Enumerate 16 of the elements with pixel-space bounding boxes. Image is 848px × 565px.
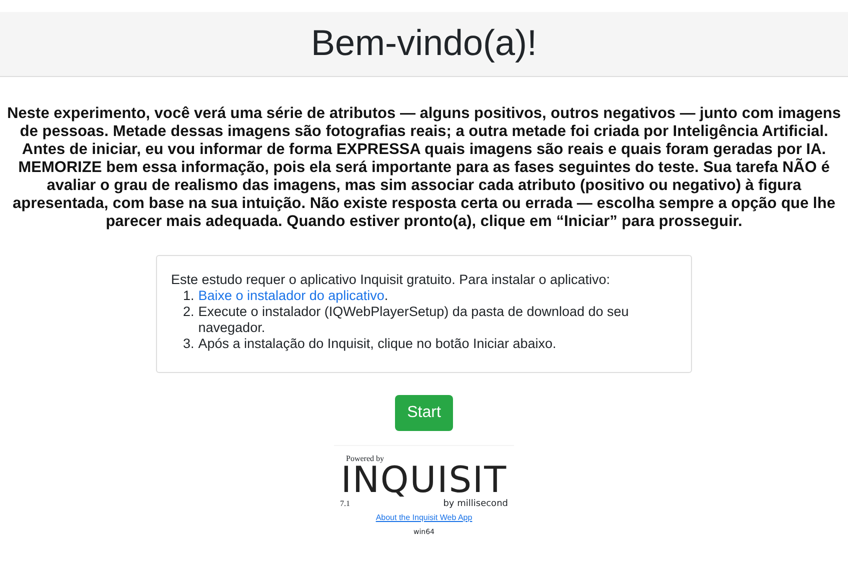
step-number: 3. (183, 336, 194, 352)
step-text: Execute o instalador (IQWebPlayerSetup) da pasta de download do seu navegador. (198, 304, 630, 336)
step-text: Após a instalação do Inquisit, clique no botão Iniciar abaixo. (198, 336, 556, 352)
powered-by-text: Powered by (346, 454, 384, 463)
tagline: by millisecond (443, 499, 508, 509)
page-title: Bem-vindo(a)! (310, 22, 538, 64)
inquisit-logo: INQUISIT (340, 463, 508, 499)
step-number: 1. (183, 288, 194, 304)
punctuation: . (384, 288, 388, 303)
download-link[interactable]: Baixe o instalador do aplicativo (198, 288, 384, 303)
version-text: 7.1 (340, 499, 350, 508)
intro-paragraph: Neste experimento, você verá uma série de atributos — alguns positivos, outros negativos — junto com imagens de pessoas. Metade dessas imagens são fotografias reais; a outra metade foi criada por Inteligência Artificial. Antes de iniciar, eu vou informar de forma EXPRESSA quais imagens são reais e quais foram geradas por IA. MEMORIZE bem essa informação, pois ela será importante para as fases seguintes do teste. Sua tarefa NÃO é avaliar o grau de realismo das imagens, mas sim associar cada atributo (positivo ou negativo) à figura apresentada, com base na sua intuição. Não existe resposta certa ou errada — escolha sempre a opção que lhe parecer mais adequada. Quando estiver pronto(a), clique em “Iniciar” para prosseguir. (6, 105, 842, 231)
start-button[interactable]: Start (395, 395, 453, 431)
step-number: 2. (183, 304, 194, 321)
about-link[interactable]: About the Inquisit Web App (376, 513, 472, 522)
install-instructions: Este estudo requer o aplicativo Inquisit gratuito. Para instalar o aplicativo: (171, 272, 611, 288)
